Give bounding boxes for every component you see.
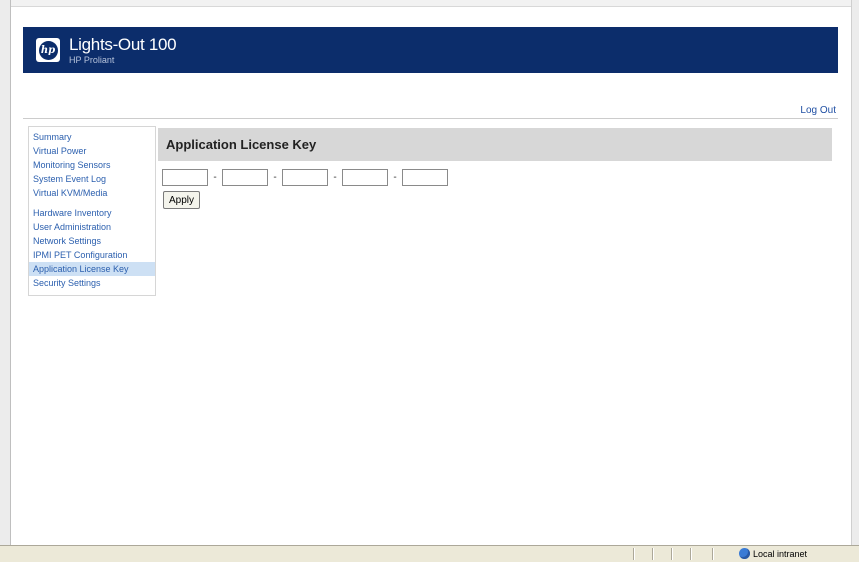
header-divider xyxy=(23,118,838,119)
hp-logo-mark: hp xyxy=(38,40,58,60)
sidebar-item-summary[interactable]: Summary xyxy=(29,130,155,144)
status-bar: Local intranet xyxy=(0,545,859,562)
sidebar-item-ipmi-pet-configuration[interactable]: IPMI PET Configuration xyxy=(29,248,155,262)
status-bar-divider xyxy=(652,548,654,560)
sidebar-item-virtual-kvm-media[interactable]: Virtual KVM/Media xyxy=(29,186,155,200)
sidebar-item-security-settings[interactable]: Security Settings xyxy=(29,276,155,290)
sidebar-item-hardware-inventory[interactable]: Hardware Inventory xyxy=(29,206,155,220)
product-subtitle: HP Proliant xyxy=(69,54,115,65)
security-zone: Local intranet xyxy=(739,548,807,559)
key-separator: - xyxy=(273,172,277,183)
status-bar-divider xyxy=(671,548,673,560)
sidebar-item-virtual-power[interactable]: Virtual Power xyxy=(29,144,155,158)
license-key-field-2[interactable] xyxy=(222,169,268,186)
intranet-globe-icon xyxy=(739,548,750,559)
key-separator: - xyxy=(393,172,397,183)
apply-button[interactable]: Apply xyxy=(163,191,201,209)
sidebar-item-user-administration[interactable]: User Administration xyxy=(29,220,155,234)
license-key-field-4[interactable] xyxy=(342,169,388,186)
sidebar-item-monitoring-sensors[interactable]: Monitoring Sensors xyxy=(29,158,155,172)
license-key-field-1[interactable] xyxy=(162,169,208,186)
sidebar-item-system-event-log[interactable]: System Event Log xyxy=(29,172,155,186)
page-title: Application License Key xyxy=(166,137,317,152)
license-key-field-3[interactable] xyxy=(282,169,328,186)
section-header: Application License Key xyxy=(158,128,832,161)
key-separator: - xyxy=(213,172,217,183)
brand: Lights-Out 100 HP Proliant xyxy=(69,34,177,65)
zone-label: Local intranet xyxy=(753,548,808,559)
sidebar-item-network-settings[interactable]: Network Settings xyxy=(29,234,155,248)
nav-group-settings: Hardware Inventory User Administration N… xyxy=(29,206,155,290)
status-bar-divider xyxy=(690,548,692,560)
window-right-edge xyxy=(851,0,859,545)
product-title: Lights-Out 100 xyxy=(69,34,177,54)
header-banner: hp Lights-Out 100 HP Proliant xyxy=(23,27,838,73)
sidebar-nav: Summary Virtual Power Monitoring Sensors… xyxy=(28,126,156,296)
license-key-fields: - - - - xyxy=(162,169,448,186)
status-bar-divider xyxy=(633,548,635,560)
key-separator: - xyxy=(333,172,337,183)
logout-link[interactable]: Log Out xyxy=(800,105,836,116)
status-bar-divider xyxy=(712,548,714,560)
license-key-field-5[interactable] xyxy=(402,169,448,186)
sidebar-item-application-license-key[interactable]: Application License Key xyxy=(29,262,155,276)
nav-group-monitoring: Summary Virtual Power Monitoring Sensors… xyxy=(29,130,155,200)
window-top-edge xyxy=(0,0,859,7)
hp-logo: hp xyxy=(36,38,60,62)
window-left-edge xyxy=(0,0,11,545)
